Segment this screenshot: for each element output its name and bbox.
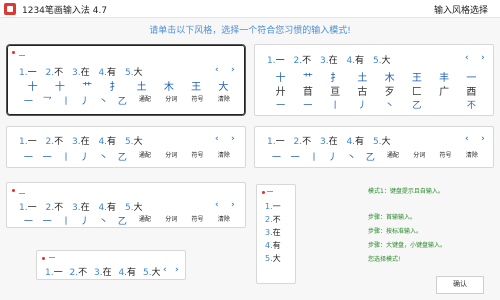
- stroke-keys-row2: 一乛丨丿丶乙 通配 分词 符号 清除: [23, 96, 230, 107]
- candidate-4: 4.有: [98, 68, 117, 78]
- candidate-row: 1.一 2.不 3.在 4.有 5.大: [19, 65, 235, 78]
- prev-page-icon: ‹: [215, 200, 219, 210]
- candidate-row: 1.一 2.不 3.在 4.有 5.大: [45, 268, 161, 278]
- style-option-3[interactable]: 1.一 2.不 3.在 4.有 5.大 ‹ › 一一丨丿丶乙 通配 分词 符号 清除: [6, 126, 246, 168]
- candidate-3: 3.在: [265, 228, 281, 237]
- instruction-text: 请单击以下风格，选择一个符合您习惯的输入模式!: [149, 26, 351, 36]
- next-page-icon: ›: [175, 265, 179, 275]
- stroke-keys: 一一丨丿丶乙 通配 分词 符号 清除: [271, 152, 478, 163]
- stroke-keys-top: 十艹扌土木王丰一: [275, 73, 477, 84]
- prev-page-icon: ‹: [465, 134, 469, 144]
- candidate-2: 2.不: [265, 215, 281, 224]
- style-option-7[interactable]: 1.一 2.不 3.在 4.有 5.大 ‹ ›: [36, 250, 186, 280]
- input-line: [49, 257, 55, 258]
- style-option-2[interactable]: 1.一 2.不 3.在 4.有 5.大 ‹ › 十艹扌土木王丰一 廾苜亘古歹匚广…: [254, 44, 494, 116]
- marker-icon: [12, 189, 15, 192]
- next-page-icon: ›: [481, 53, 485, 63]
- candidate-4: 4.有: [265, 241, 281, 250]
- confirm-button[interactable]: 确认: [436, 276, 484, 294]
- vertical-candidate-list: 1.一 2.不 3.在 4.有 5.大: [265, 201, 281, 266]
- app-logo-icon: [4, 3, 16, 15]
- stroke-keys-mid: 廾苜亘古歹匚广酉: [275, 87, 477, 98]
- input-line: [267, 191, 273, 192]
- stroke-keys-bottom: 一一丨丿丶乙不: [276, 101, 476, 111]
- candidate-row: 1.一 2.不 3.在 4.有 5.大: [267, 137, 391, 147]
- marker-icon: [262, 191, 265, 194]
- stroke-keys-row1: 十十艹扌土木王大: [27, 82, 229, 93]
- marker-icon: [42, 257, 45, 260]
- prev-page-icon: ‹: [215, 65, 219, 75]
- candidate-row: 1.一 2.不 3.在 4.有 5.大: [267, 56, 391, 66]
- selection-marker-icon: [12, 51, 15, 54]
- input-line: [19, 55, 25, 56]
- prev-page-icon: ‹: [215, 134, 219, 144]
- prev-page-icon: ‹: [163, 265, 167, 275]
- app-title: 1234笔画输入法 4.7: [22, 6, 108, 16]
- candidate-1: 1.一: [19, 68, 37, 78]
- style-option-5[interactable]: 1.一 2.不 3.在 4.有 5.大 ‹ › 一一丨丿丶乙 通配 分词 符号 清除: [6, 182, 246, 228]
- style-option-6[interactable]: 1.一 2.不 3.在 4.有 5.大: [256, 184, 296, 284]
- next-page-icon: ›: [231, 200, 235, 210]
- candidate-2: 2.不: [45, 68, 64, 78]
- mode-info: 模式1：键盘提示且自输入。: [368, 188, 444, 195]
- stroke-keys: 一一丨丿丶乙 通配 分词 符号 清除: [23, 216, 230, 227]
- style-option-4[interactable]: 1.一 2.不 3.在 4.有 5.大 ‹ › 一一丨丿丶乙 通配 分词 符号 清除: [254, 126, 494, 168]
- candidate-5: 5.大: [265, 254, 281, 263]
- candidate-5: 5.大: [124, 68, 143, 78]
- step-1: 步骤：首输输入。: [368, 214, 417, 221]
- style-option-1[interactable]: 1.一 2.不 3.在 4.有 5.大 ‹ › 十十艹扌土木王大 一乛丨丿丶乙 …: [6, 44, 246, 116]
- prev-page-icon: ‹: [465, 53, 469, 63]
- candidate-row: 1.一 2.不 3.在 4.有 5.大: [19, 137, 143, 147]
- next-page-icon: ›: [231, 134, 235, 144]
- step-4: 您选择模式!: [368, 256, 401, 263]
- input-line: [19, 193, 25, 194]
- window-section-title: 输入风格选择: [433, 6, 488, 16]
- stroke-keys: 一一丨丿丶乙 通配 分词 符号 清除: [23, 152, 230, 163]
- step-3: 步骤：大键盘，小键盘输入。: [368, 242, 447, 249]
- next-page-icon: ›: [231, 65, 235, 75]
- candidate-1: 1.一: [265, 202, 281, 211]
- step-2: 步骤：按标准输入。: [368, 228, 423, 235]
- title-bar: 1234笔画输入法 4.7 输入风格选择: [0, 0, 500, 18]
- next-page-icon: ›: [481, 134, 485, 144]
- candidate-3: 3.在: [71, 68, 90, 78]
- candidate-row: 1.一 2.不 3.在 4.有 5.大: [19, 203, 143, 213]
